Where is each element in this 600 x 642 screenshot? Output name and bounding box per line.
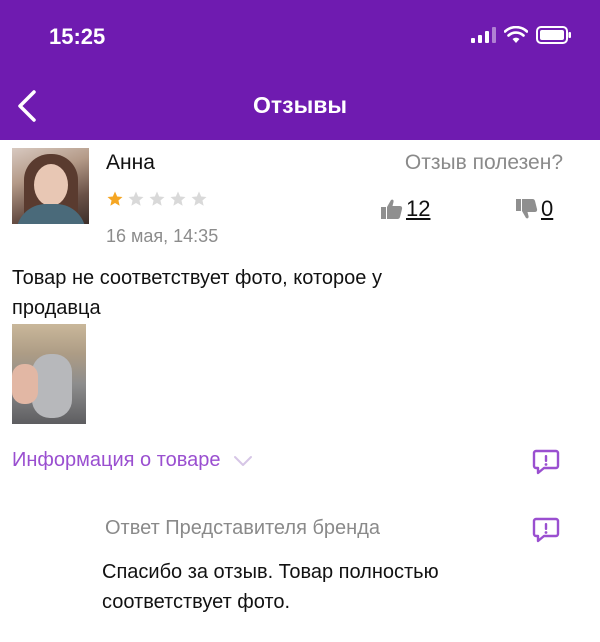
chevron-down-icon <box>233 455 252 466</box>
review-author: Анна <box>106 151 155 174</box>
avatar <box>12 148 89 224</box>
helpful-label: Отзыв полезен? <box>404 151 563 174</box>
star-icon <box>170 191 186 206</box>
star-icon <box>107 191 123 206</box>
thumb-down-icon <box>516 199 538 219</box>
battery-icon <box>536 26 571 44</box>
report-review-icon[interactable] <box>532 447 560 475</box>
review-text: Товар не соответствует фото, которое у п… <box>12 267 382 319</box>
dislike-button[interactable]: 0 <box>515 196 553 222</box>
app-header: 15:25 Отзывы <box>0 0 600 140</box>
product-info-label: Информация о товаре <box>12 449 221 471</box>
status-time: 15:25 <box>49 24 106 49</box>
star-rating <box>106 190 208 208</box>
star-icon <box>149 191 165 206</box>
cellular-signal-icon <box>471 27 496 43</box>
product-info-link[interactable]: Информация о товаре <box>12 449 253 472</box>
status-icons <box>471 26 572 44</box>
like-count: 12 <box>406 196 431 221</box>
wifi-icon <box>504 26 528 43</box>
review-date: 16 мая, 14:35 <box>106 226 219 246</box>
brand-reply-text: Спасибо за отзыв. Товар полностью соотве… <box>102 561 439 613</box>
page-title: Отзывы <box>252 92 347 118</box>
brand-reply-title: Ответ Представителя бренда <box>105 517 380 539</box>
review-photo[interactable] <box>12 324 86 424</box>
like-button[interactable]: 12 <box>380 196 430 222</box>
star-icon <box>191 191 207 206</box>
report-reply-icon[interactable] <box>532 515 560 543</box>
star-icon <box>128 191 144 206</box>
thumb-up-icon <box>381 199 403 219</box>
dislike-count: 0 <box>541 196 554 221</box>
